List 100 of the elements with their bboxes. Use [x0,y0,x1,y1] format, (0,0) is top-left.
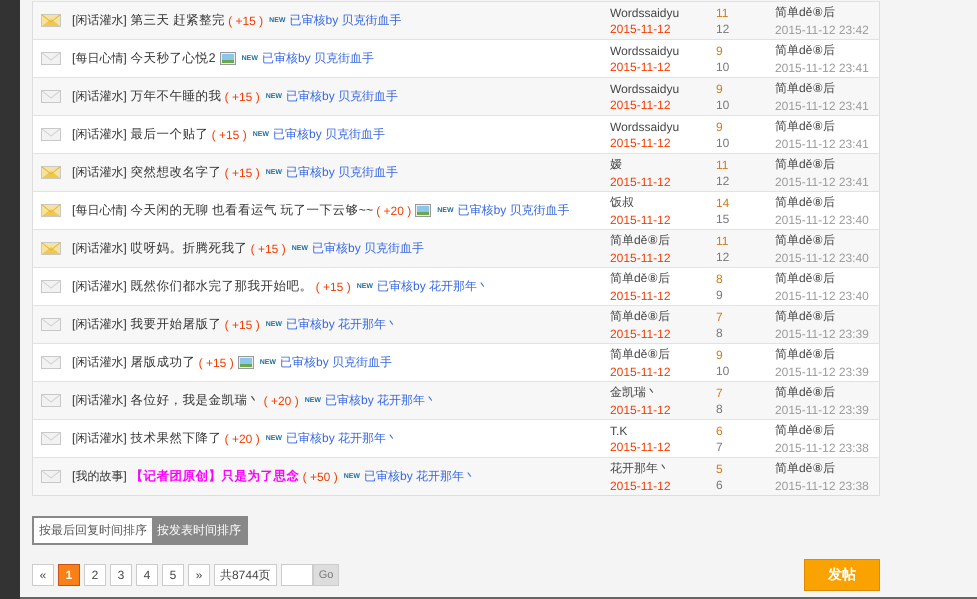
post-date: 2015-11-12 [610,479,672,493]
thread-title-link[interactable]: 既然你们都水完了那我开始吧。 [130,278,313,295]
author-link[interactable]: T.K [610,424,714,438]
points-label: ( +15 ) [212,128,247,142]
last-poster-link[interactable]: 简单dě⑧后 [775,194,879,211]
review-link[interactable]: 已审核by 贝克街血手 [458,202,570,219]
author-link[interactable]: 简单dě⑧后 [610,270,714,287]
thread-title-link[interactable]: 万年不午睡的我 [130,88,222,105]
thread-title-link[interactable]: 突然想改名字了 [130,164,222,181]
thread-title-link[interactable]: 第三天 赶紧整完 [130,12,226,29]
reply-count: 14 [716,196,730,210]
last-poster-link[interactable]: 简单dě⑧后 [775,308,879,325]
points-label: ( +15 ) [228,14,264,28]
reply-count: 8 [716,272,724,286]
category-label: [每日心情] [72,50,127,67]
view-count: 7 [716,440,724,454]
page-button[interactable]: 5 [162,564,184,586]
last-poster-link[interactable]: 简单dě⑧后 [775,384,879,401]
last-poster-link[interactable]: 简单dě⑧后 [775,460,879,477]
author-link[interactable]: Wordssaidyu [610,44,714,58]
reply-count: 9 [716,82,724,96]
thread-title-link[interactable]: 技术果然下降了 [130,430,222,447]
author-link[interactable]: 嫒 [610,156,714,173]
post-date: 2015-11-12 [610,327,672,341]
previous-page-button[interactable]: « [32,564,54,586]
author-link[interactable]: 简单dě⑧后 [610,308,714,325]
thread-title-link[interactable]: 屠版成功了 [130,354,196,371]
thread-title-link[interactable]: 哎呀妈。折腾死我了 [130,240,248,257]
post-date: 2015-11-12 [610,289,672,303]
view-count: 15 [716,212,730,226]
view-count: 10 [716,364,730,378]
sort-tab[interactable]: 按最后回复时间排序 [34,518,152,543]
thread-title-link[interactable]: 今天闲的无聊 也看看运气 玩了一下云够~~ [130,202,374,219]
last-reply-time: 2015-11-12 23:40 [775,251,870,265]
points-label: ( +15 ) [224,166,260,180]
last-reply-time: 2015-11-12 23:39 [775,327,870,341]
author-link[interactable]: 简单dě⑧后 [610,232,714,249]
points-label: ( +15 ) [198,356,234,370]
page-button[interactable]: 4 [136,564,158,586]
last-reply-time: 2015-11-12 23:38 [775,441,870,455]
next-page-button[interactable]: » [188,564,210,586]
view-count: 10 [716,136,730,150]
post-date: 2015-11-12 [610,440,672,454]
author-link[interactable]: 金凯瑞丶 [610,384,714,401]
author-link[interactable]: Wordssaidyu [610,82,714,96]
review-link[interactable]: 已审核by 贝克街血手 [290,12,402,29]
points-label: ( +15 ) [250,242,286,256]
reply-count: 6 [716,424,724,438]
last-poster-link[interactable]: 简单dě⑧后 [775,232,879,249]
last-poster-link[interactable]: 简单dě⑧后 [775,422,879,439]
review-link[interactable]: 已审核by 花开那年丶 [286,316,398,333]
page-button[interactable]: 3 [110,564,132,586]
review-link[interactable]: 已审核by 贝克街血手 [262,50,374,67]
author-link[interactable]: 饭叔 [610,194,714,211]
category-label: [闲话灌水] [72,12,127,29]
last-poster-link[interactable]: 简单dě⑧后 [775,346,879,363]
thread-title-link[interactable]: 最后一个贴了 [130,126,209,143]
category-label: [闲话灌水] [72,164,127,181]
review-link[interactable]: 已审核by 贝克街血手 [286,88,398,105]
thread-title-link[interactable]: 今天秒了心悦2 [130,50,216,67]
points-label: ( +20 ) [264,394,299,408]
review-link[interactable]: 已审核by 花开那年丶 [325,392,438,409]
reply-count: 9 [716,348,724,362]
category-label: [闲话灌水] [72,354,127,371]
last-reply-time: 2015-11-12 23:42 [775,23,870,37]
last-poster-link[interactable]: 简单dě⑧后 [775,4,879,21]
author-link[interactable]: 简单dě⑧后 [610,346,714,363]
page-total: 共8744页 [214,564,277,586]
reply-count: 9 [716,44,724,58]
reply-count: 11 [716,234,730,248]
author-link[interactable]: Wordssaidyu [610,6,714,20]
thread-title-link[interactable]: 我要开始屠版了 [130,316,222,333]
review-link[interactable]: 已审核by 贝克街血手 [273,126,386,143]
last-poster-link[interactable]: 简单dě⑧后 [775,118,879,135]
last-reply-time: 2015-11-12 23:38 [775,479,870,493]
last-reply-time: 2015-11-12 23:39 [775,403,870,417]
view-count: 12 [716,174,730,188]
review-link[interactable]: 已审核by 花开那年丶 [286,430,398,447]
author-link[interactable]: 花开那年丶 [610,460,714,477]
last-poster-link[interactable]: 简单dě⑧后 [775,42,879,59]
last-poster-link[interactable]: 简单dě⑧后 [775,270,879,287]
post-date: 2015-11-12 [610,136,672,150]
review-link[interactable]: 已审核by 花开那年丶 [377,278,490,295]
points-label: ( +15 ) [316,280,351,294]
thread-title-link[interactable]: 各位好，我是金凯瑞丶 [130,392,261,409]
points-label: ( +15 ) [224,90,260,104]
sort-tab[interactable]: 按发表时间排序 [152,518,246,543]
post-date: 2015-11-12 [610,98,672,112]
review-link[interactable]: 已审核by 贝克街血手 [312,240,424,257]
review-link[interactable]: 已审核by 贝克街血手 [280,354,392,371]
page-input-field[interactable] [280,564,313,586]
page-button[interactable]: 2 [84,564,106,586]
reply-count: 5 [716,462,724,476]
reply-count: 11 [716,6,730,20]
author-link[interactable]: Wordssaidyu [610,120,714,134]
review-link[interactable]: 已审核by 贝克街血手 [286,164,398,181]
review-link[interactable]: 已审核by 花开那年丶 [364,468,476,485]
last-reply-time: 2015-11-12 23:41 [775,137,870,151]
last-poster-link[interactable]: 简单dě⑧后 [775,80,879,97]
last-poster-link[interactable]: 简单dě⑧后 [775,156,879,173]
